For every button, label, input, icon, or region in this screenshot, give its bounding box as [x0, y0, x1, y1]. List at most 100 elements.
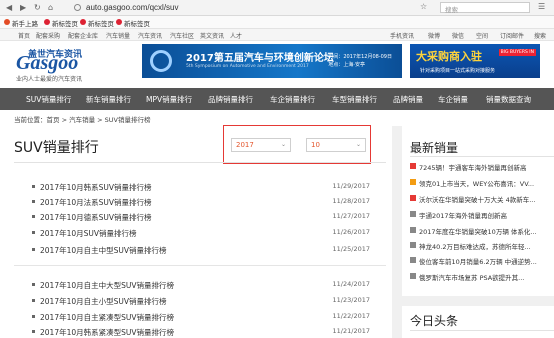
topbar-link[interactable]: 首页	[18, 31, 30, 40]
reload-icon[interactable]: ↻	[34, 3, 41, 12]
sidebar-news-item[interactable]: 7245辆！宇通客车海外销量再创新高	[410, 160, 554, 173]
list-item[interactable]: 2017年10月韩系SUV销量排行榜 11/29/2017	[14, 180, 386, 194]
topbar-link[interactable]: 微信	[452, 31, 464, 40]
sidebar-news-text[interactable]: 沃尔沃在华销量突破十万大关 4款新车...	[419, 194, 554, 204]
bookmark-item[interactable]: 新手上路	[12, 18, 38, 28]
topbar-link[interactable]: 空间	[476, 31, 488, 40]
list-divider	[14, 265, 386, 266]
bullet-icon	[32, 283, 35, 286]
article-date: 11/24/2017	[332, 280, 370, 288]
article-date: 11/23/2017	[332, 296, 370, 304]
nav-item[interactable]: 品牌销量排行	[208, 94, 253, 105]
topbar-link[interactable]: 订阅邮件	[500, 31, 524, 40]
banner-date: 时间：2017年12月08-09日 地点：上海·安亭	[328, 53, 392, 69]
sidebar-news-text[interactable]: 领克01上市当天，WEY公布喜讯：VV...	[419, 178, 554, 188]
topbar-link[interactable]: 汽车社区	[170, 31, 194, 40]
nav-item[interactable]: 车企销量排行	[270, 94, 315, 105]
list-item[interactable]: 2017年10月SUV销量排行榜 11/26/2017	[14, 226, 386, 240]
bullet-icon	[32, 185, 35, 188]
topbar-link[interactable]: 人才	[230, 31, 242, 40]
nav-item[interactable]: 车企销量	[438, 94, 468, 105]
article-date: 11/27/2017	[332, 212, 370, 220]
bookmark-icon	[44, 19, 50, 25]
list-item[interactable]: 2017年10月自主中型SUV销量排行榜 11/25/2017	[14, 243, 386, 257]
bullet-icon	[32, 315, 35, 318]
sidebar-news-text[interactable]: 7245辆！宇通客车海外销量再创新高	[419, 162, 554, 172]
forum-banner[interactable]: 2017第五届汽车与环境创新论坛 5th Symposium on Automo…	[142, 44, 402, 78]
article-title[interactable]: 2017年10月德系SUV销量排行榜	[40, 212, 152, 223]
title-divider	[14, 162, 386, 163]
url-field[interactable]: auto.gasgoo.com/qcxl/suv	[86, 3, 179, 12]
topbar-link[interactable]: 配套采购	[36, 31, 60, 40]
bookmark-icon	[80, 19, 86, 25]
topbar-link[interactable]: 手机资讯	[390, 31, 414, 40]
sidebar-news-item[interactable]: 俊位客车前10月销量6.2万辆 中通逆势...	[410, 254, 554, 267]
article-title[interactable]: 2017年10月法系SUV销量排行榜	[40, 197, 152, 208]
buyers-banner[interactable]: 大采购商入驻 BIG BUYERS IN 针对采购项目一站式采购对接服务	[410, 44, 540, 78]
article-date: 11/29/2017	[332, 182, 370, 190]
month-select[interactable]: 10 ⌄	[306, 138, 366, 152]
list-item[interactable]: 2017年10月法系SUV销量排行榜 11/28/2017	[14, 195, 386, 209]
nav-item[interactable]: 销量数据查询	[486, 94, 531, 105]
banner-title: 2017第五届汽车与环境创新论坛	[186, 53, 334, 64]
breadcrumb: 当前位置：首页 > 汽车销量 > SUV销量排行榜	[14, 116, 151, 124]
bookmark-star-icon[interactable]: ☆	[420, 2, 427, 11]
browser-search-field[interactable]: 搜索	[440, 2, 530, 14]
logo-slogan: 业内人士最爱的汽车资讯	[16, 76, 83, 83]
article-date: 11/26/2017	[332, 228, 370, 236]
article-title[interactable]: 2017年10月韩系紧凑型SUV销量排行榜	[40, 327, 174, 338]
browser-address-bar: ◀ ▶ ↻ ⌂ auto.gasgoo.com/qcxl/suv ☆ 搜索 ☰	[0, 0, 554, 16]
topbar-link[interactable]: 英文资讯	[200, 31, 224, 40]
chevron-down-icon: ⌄	[355, 141, 361, 148]
article-title[interactable]: 2017年10月韩系SUV销量排行榜	[40, 182, 152, 193]
today-headlines-title: 今日头条	[410, 314, 459, 328]
sidebar-news-item[interactable]: 沃尔沃在华销量突破十万大关 4款新车...	[410, 192, 554, 205]
bookmark-item[interactable]: 新标签页	[52, 18, 78, 28]
article-title[interactable]: 2017年10月自主中大型SUV销量排行榜	[40, 280, 174, 291]
nav-item[interactable]: 品牌销量	[393, 94, 423, 105]
sidebar-news-item[interactable]: 领克01上市当天，WEY公布喜讯：VV...	[410, 176, 554, 189]
news-icon	[410, 179, 416, 185]
sidebar-news-item[interactable]: 俄罗斯汽车市场复苏 PSA欲提升其...	[410, 270, 554, 283]
sidebar-news-item[interactable]: 2017年度在华销量突破10万辆 体系化...	[410, 224, 554, 237]
article-title[interactable]: 2017年10月自主紧凑型SUV销量排行榜	[40, 312, 174, 323]
list-item[interactable]: 2017年10月自主中大型SUV销量排行榜 11/24/2017	[14, 278, 386, 292]
sidebar-news-text[interactable]: 俄罗斯汽车市场复苏 PSA欲提升其...	[419, 272, 554, 282]
article-title[interactable]: 2017年10月自主小型SUV销量排行榜	[40, 296, 167, 307]
home-icon[interactable]: ⌂	[48, 3, 53, 12]
sidebar-news-text[interactable]: 俊位客车前10月销量6.2万辆 中通逆势...	[419, 256, 554, 266]
list-item[interactable]: 2017年10月自主小型SUV销量排行榜 11/23/2017	[14, 294, 386, 308]
topbar-link[interactable]: 微博	[428, 31, 440, 40]
forward-icon[interactable]: ▶	[20, 3, 26, 12]
nav-item[interactable]: 新车销量排行	[86, 94, 131, 105]
menu-icon[interactable]: ☰	[538, 2, 545, 11]
topbar-link[interactable]: 搜索	[534, 31, 546, 40]
sidebar-news-text[interactable]: 2017年度在华销量突破10万辆 体系化...	[419, 226, 554, 236]
sidebar-news-item[interactable]: 宇通2017年海外销量再创新高	[410, 208, 554, 221]
list-item[interactable]: 2017年10月德系SUV销量排行榜 11/27/2017	[14, 210, 386, 224]
article-title[interactable]: 2017年10月自主中型SUV销量排行榜	[40, 245, 167, 256]
article-date: 11/22/2017	[332, 312, 370, 320]
article-title[interactable]: 2017年10月SUV销量排行榜	[40, 228, 137, 239]
bookmark-item[interactable]: 新标签页	[124, 18, 150, 28]
back-icon[interactable]: ◀	[6, 3, 12, 12]
bookmark-item[interactable]: 新标签页	[88, 18, 114, 28]
sidebar-news-item[interactable]: 神龙40.2万目标难达成，苏德所年轻...	[410, 239, 554, 252]
topbar-link[interactable]: 汽车销量	[106, 31, 130, 40]
list-item[interactable]: 2017年10月韩系紧凑型SUV销量排行榜 11/21/2017	[14, 325, 386, 338]
topbar-link[interactable]: 配套企业库	[68, 31, 98, 40]
list-item[interactable]: 2017年10月自主紧凑型SUV销量排行榜 11/22/2017	[14, 310, 386, 324]
article-date: 11/21/2017	[332, 327, 370, 335]
nav-item[interactable]: 车型销量排行	[332, 94, 377, 105]
gear-icon	[150, 50, 172, 72]
sidebar-news-text[interactable]: 宇通2017年海外销量再创新高	[419, 210, 554, 220]
year-select[interactable]: 2017 ⌄	[231, 138, 291, 152]
browser-search-placeholder: 搜索	[445, 6, 458, 14]
topbar-link[interactable]: 汽车资讯	[138, 31, 162, 40]
news-icon	[410, 211, 416, 217]
sidebar-news-text[interactable]: 神龙40.2万目标难达成，苏德所年轻...	[419, 241, 554, 251]
nav-item[interactable]: MPV销量排行	[146, 94, 192, 105]
site-info-icon[interactable]	[74, 4, 81, 11]
page-title: SUV销量排行	[14, 140, 99, 156]
nav-item[interactable]: SUV销量排行	[26, 94, 71, 105]
